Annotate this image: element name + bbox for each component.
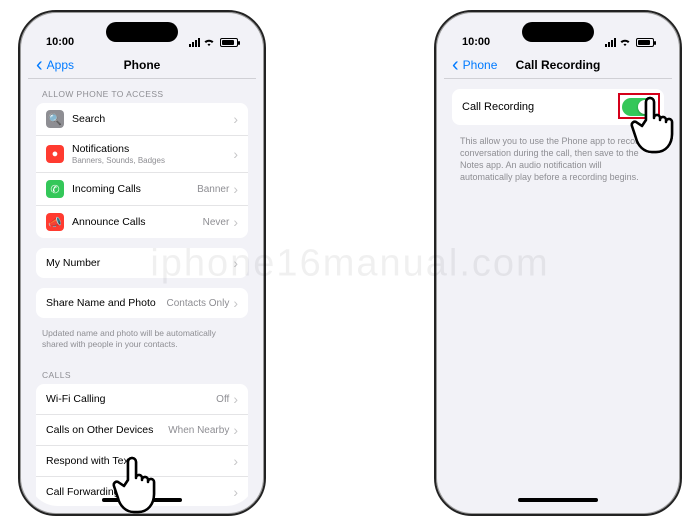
status-right [605, 38, 654, 47]
content-left: ALLOW PHONE TO ACCESS 🔍Search›●Notificat… [28, 79, 256, 506]
row-label: Search [72, 113, 233, 125]
row-share-name-photo[interactable]: Share Name and Photo Contacts Only › [36, 288, 248, 318]
signal-icon [189, 38, 200, 47]
chevron-right-icon: › [233, 181, 238, 197]
row-calls-on-other-devices[interactable]: Calls on Other DevicesWhen Nearby › [36, 415, 248, 446]
row-sublabel: Banners, Sounds, Badges [72, 156, 233, 165]
row-incoming-calls[interactable]: ✆ Incoming CallsBanner › [36, 173, 248, 206]
signal-icon [605, 38, 616, 47]
row-value: Banner [197, 184, 229, 195]
row-label: Incoming Calls [72, 183, 197, 195]
group-share: Share Name and Photo Contacts Only › [36, 288, 248, 318]
status-time: 10:00 [46, 36, 74, 48]
row-value: Never [203, 217, 230, 228]
share-label: Share Name and Photo [46, 297, 167, 309]
phone-left: 10:00 Apps Phone ALLOW PHONE TO ACCESS 🔍… [18, 10, 266, 516]
row-label: Calls on Other Devices [46, 424, 168, 436]
row-announce-calls[interactable]: 📣 Announce CallsNever› [36, 206, 248, 238]
app-icon: 🔍 [46, 110, 64, 128]
chevron-right-icon: › [233, 422, 238, 438]
battery-icon [220, 38, 238, 47]
back-button[interactable]: Phone [452, 58, 497, 72]
row-wi-fi-calling[interactable]: Wi-Fi CallingOff › [36, 384, 248, 415]
dynamic-island [522, 22, 594, 42]
my-number-label: My Number [46, 257, 233, 269]
chevron-right-icon: › [233, 391, 238, 407]
chevron-right-icon: › [233, 295, 238, 311]
status-right [189, 38, 238, 47]
nav-bar: Apps Phone [28, 54, 256, 79]
row-label: Wi-Fi Calling [46, 393, 216, 405]
chevron-right-icon: › [233, 146, 238, 162]
share-footnote: Updated name and photo will be automatic… [28, 328, 256, 360]
chevron-right-icon: › [233, 214, 238, 230]
row-my-number[interactable]: My Number › [36, 248, 248, 278]
wifi-icon [619, 38, 631, 47]
section-calls-label: CALLS [28, 360, 256, 384]
row-label: NotificationsBanners, Sounds, Badges [72, 143, 233, 165]
wifi-icon [203, 38, 215, 47]
row-notifications[interactable]: ● NotificationsBanners, Sounds, Badges› [36, 136, 248, 173]
app-icon: ✆ [46, 180, 64, 198]
chevron-right-icon: › [233, 255, 238, 271]
back-label: Phone [463, 58, 498, 72]
app-icon: 📣 [46, 213, 64, 231]
row-search[interactable]: 🔍 Search› [36, 103, 248, 136]
status-time: 10:00 [462, 36, 490, 48]
battery-icon [636, 38, 654, 47]
group-access: 🔍Search›●NotificationsBanners, Sounds, B… [36, 103, 248, 238]
page-title: Phone [124, 58, 161, 72]
back-button[interactable]: Apps [36, 58, 74, 72]
group-my-number: My Number › [36, 248, 248, 278]
hand-pointer-icon [108, 452, 168, 522]
app-icon: ● [46, 145, 64, 163]
hand-pointer-icon [626, 92, 686, 162]
share-value: Contacts Only [167, 298, 230, 309]
screen-left: 10:00 Apps Phone ALLOW PHONE TO ACCESS 🔍… [28, 20, 256, 506]
toggle-label: Call Recording [462, 101, 622, 113]
row-value: When Nearby [168, 425, 229, 436]
page-title: Call Recording [516, 58, 601, 72]
section-access-label: ALLOW PHONE TO ACCESS [28, 79, 256, 103]
row-value: Off [216, 394, 229, 405]
dynamic-island [106, 22, 178, 42]
row-label: Announce Calls [72, 216, 203, 228]
home-indicator[interactable] [518, 498, 598, 502]
stage: 10:00 Apps Phone ALLOW PHONE TO ACCESS 🔍… [0, 0, 700, 526]
chevron-right-icon: › [233, 484, 238, 500]
chevron-right-icon: › [233, 111, 238, 127]
nav-bar: Phone Call Recording [444, 54, 672, 79]
back-label: Apps [47, 58, 74, 72]
chevron-right-icon: › [233, 453, 238, 469]
phone-right: 10:00 Phone Call Recording Call Recordin… [434, 10, 682, 516]
